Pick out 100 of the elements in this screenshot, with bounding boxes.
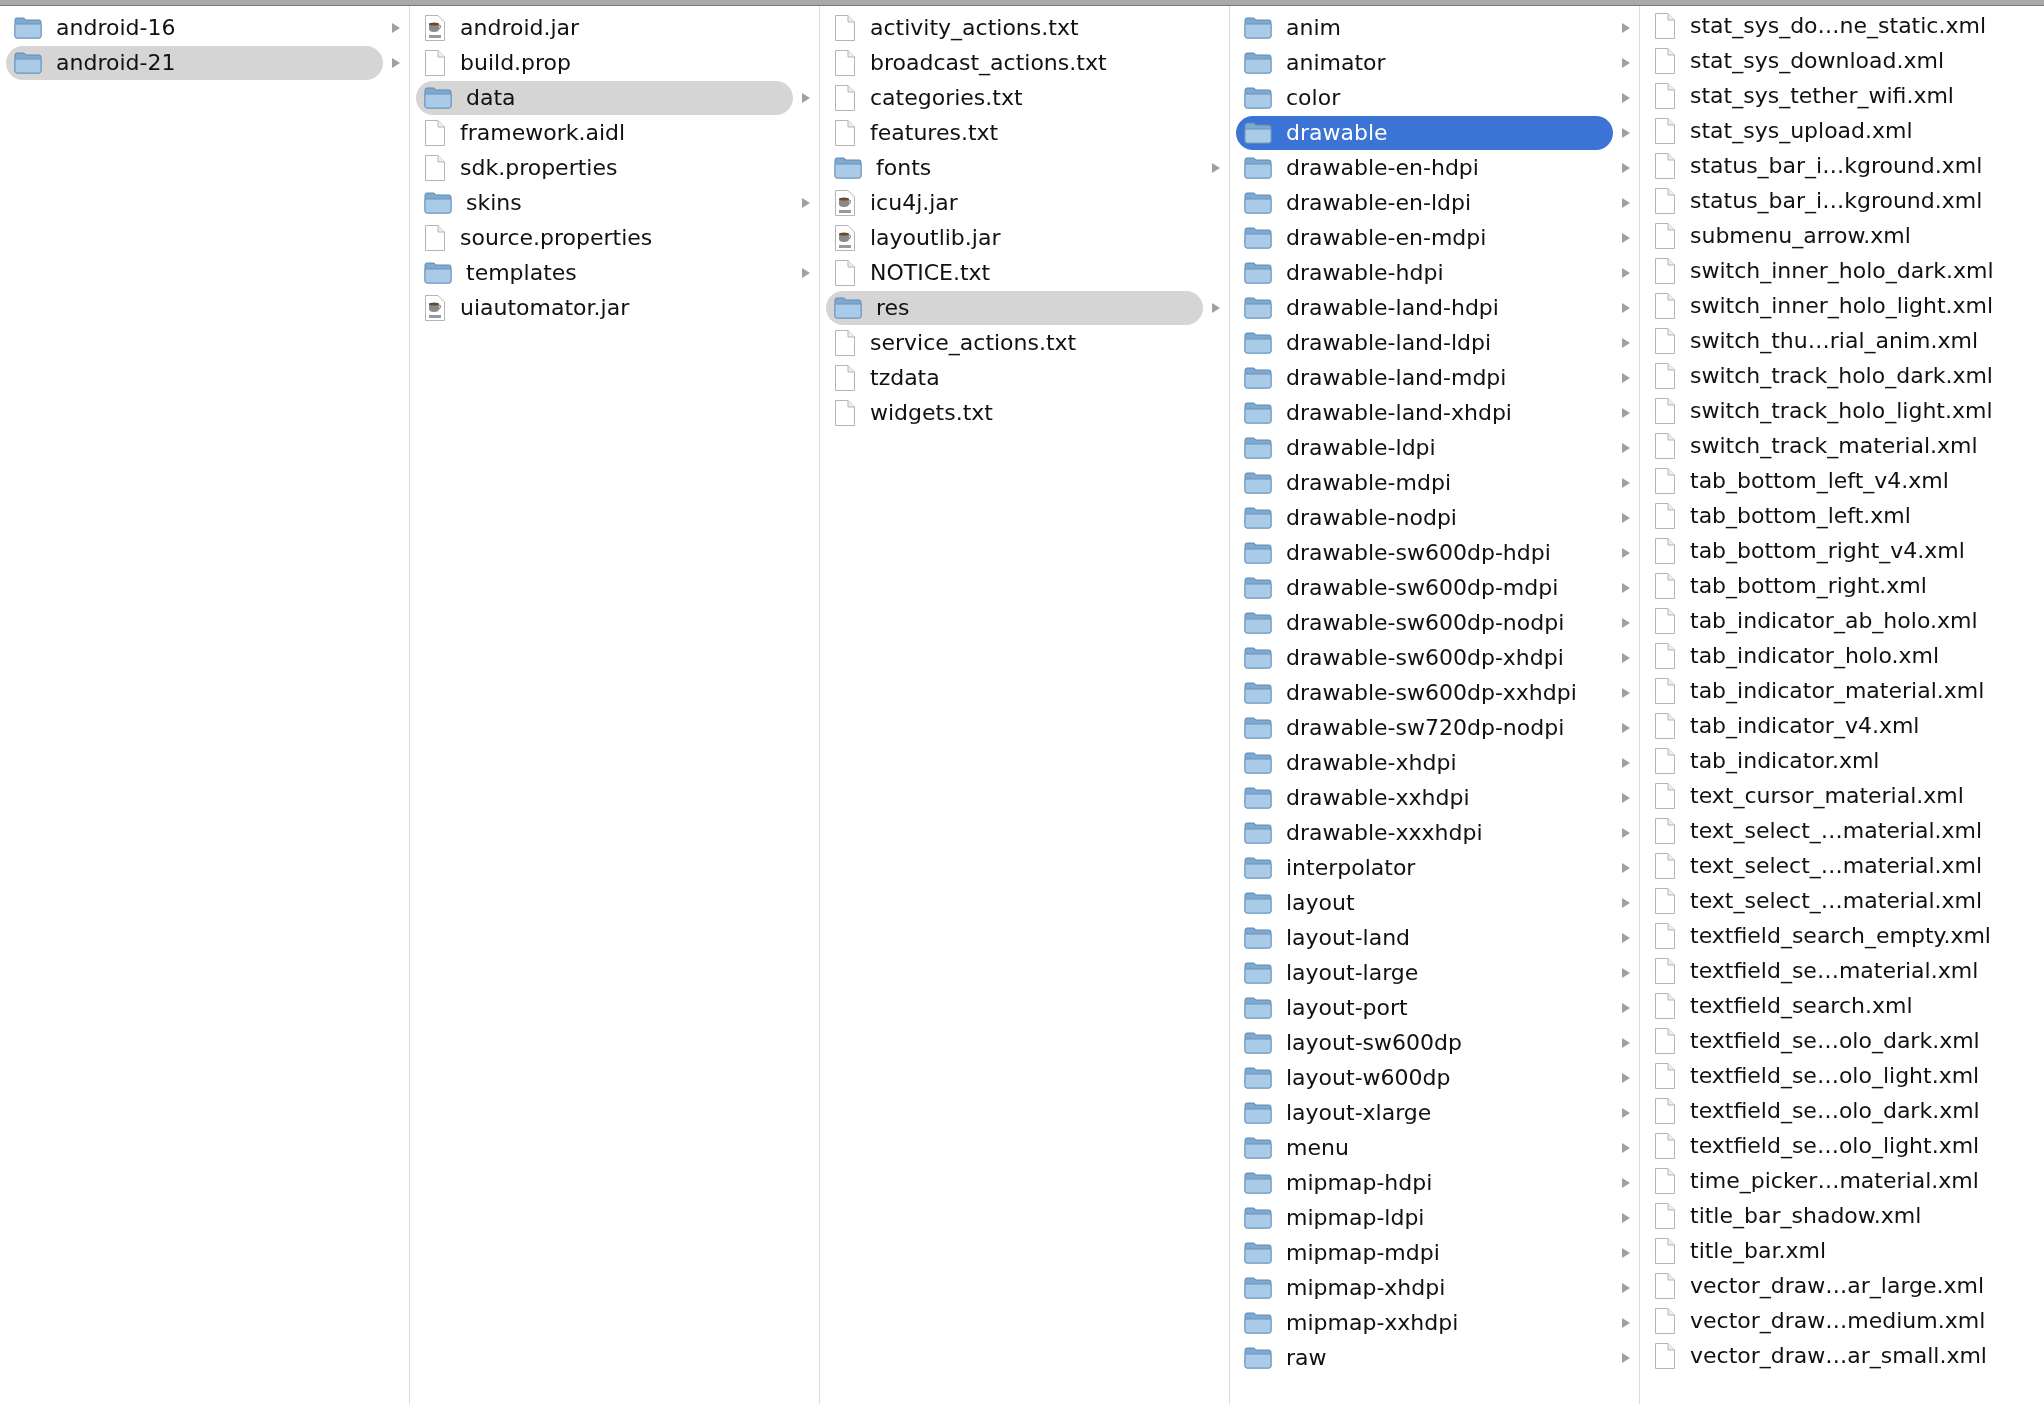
file-item[interactable]: features.txt xyxy=(826,115,1203,150)
disclosure-arrow-icon[interactable] xyxy=(1621,651,1631,664)
folder-item[interactable]: drawable-sw600dp-mdpi xyxy=(1236,570,1613,605)
disclosure-arrow-icon[interactable] xyxy=(1621,1246,1631,1259)
folder-item[interactable]: drawable-land-mdpi xyxy=(1236,360,1613,395)
disclosure-arrow-icon[interactable] xyxy=(1621,721,1631,734)
file-item[interactable]: textfield_se…olo_dark.xml xyxy=(1646,1093,2036,1128)
folder-item[interactable]: layout-port xyxy=(1236,990,1613,1025)
folder-item[interactable]: fonts xyxy=(826,150,1203,185)
disclosure-arrow-icon[interactable] xyxy=(1211,301,1221,314)
disclosure-arrow-icon[interactable] xyxy=(391,21,401,34)
file-item[interactable]: icu4j.jar xyxy=(826,185,1203,220)
file-item[interactable]: uiautomator.jar xyxy=(416,290,793,325)
file-item[interactable]: textfield_se…olo_light.xml xyxy=(1646,1058,2036,1093)
folder-item[interactable]: mipmap-ldpi xyxy=(1236,1200,1613,1235)
folder-item[interactable]: android-21 xyxy=(6,45,383,80)
folder-item[interactable]: res xyxy=(826,290,1203,325)
folder-item[interactable]: interpolator xyxy=(1236,850,1613,885)
folder-item[interactable]: drawable-land-ldpi xyxy=(1236,325,1613,360)
disclosure-arrow-icon[interactable] xyxy=(1621,301,1631,314)
disclosure-arrow-icon[interactable] xyxy=(1621,931,1631,944)
disclosure-arrow-icon[interactable] xyxy=(1621,21,1631,34)
folder-item[interactable]: drawable-xhdpi xyxy=(1236,745,1613,780)
file-item[interactable]: stat_sys_upload.xml xyxy=(1646,113,2036,148)
disclosure-arrow-icon[interactable] xyxy=(1621,791,1631,804)
disclosure-arrow-icon[interactable] xyxy=(1621,441,1631,454)
file-item[interactable]: text_cursor_material.xml xyxy=(1646,778,2036,813)
disclosure-arrow-icon[interactable] xyxy=(1621,1176,1631,1189)
file-item[interactable]: textfield_se…olo_dark.xml xyxy=(1646,1023,2036,1058)
folder-item[interactable]: layout-land xyxy=(1236,920,1613,955)
disclosure-arrow-icon[interactable] xyxy=(1621,336,1631,349)
file-item[interactable]: categories.txt xyxy=(826,80,1203,115)
folder-item[interactable]: data xyxy=(416,80,793,115)
folder-item[interactable]: templates xyxy=(416,255,793,290)
file-item[interactable]: stat_sys_download.xml xyxy=(1646,43,2036,78)
folder-item[interactable]: drawable-sw600dp-xhdpi xyxy=(1236,640,1613,675)
file-item[interactable]: service_actions.txt xyxy=(826,325,1203,360)
folder-item[interactable]: drawable xyxy=(1236,115,1613,150)
file-item[interactable]: status_bar_i…kground.xml xyxy=(1646,148,2036,183)
file-item[interactable]: tab_indicator.xml xyxy=(1646,743,2036,778)
file-item[interactable]: switch_inner_holo_light.xml xyxy=(1646,288,2036,323)
folder-item[interactable]: animator xyxy=(1236,45,1613,80)
file-item[interactable]: stat_sys_do…ne_static.xml xyxy=(1646,8,2036,43)
file-item[interactable]: submenu_arrow.xml xyxy=(1646,218,2036,253)
file-item[interactable]: switch_thu…rial_anim.xml xyxy=(1646,323,2036,358)
folder-item[interactable]: drawable-land-hdpi xyxy=(1236,290,1613,325)
file-item[interactable]: tab_indicator_v4.xml xyxy=(1646,708,2036,743)
disclosure-arrow-icon[interactable] xyxy=(1621,1316,1631,1329)
folder-item[interactable]: drawable-sw600dp-xxhdpi xyxy=(1236,675,1613,710)
file-item[interactable]: tab_indicator_material.xml xyxy=(1646,673,2036,708)
disclosure-arrow-icon[interactable] xyxy=(1621,546,1631,559)
folder-item[interactable]: drawable-hdpi xyxy=(1236,255,1613,290)
disclosure-arrow-icon[interactable] xyxy=(1621,861,1631,874)
file-item[interactable]: text_select_…material.xml xyxy=(1646,883,2036,918)
folder-item[interactable]: raw xyxy=(1236,1340,1613,1375)
file-item[interactable]: textfield_search.xml xyxy=(1646,988,2036,1023)
folder-item[interactable]: android-16 xyxy=(6,10,383,45)
file-item[interactable]: title_bar.xml xyxy=(1646,1233,2036,1268)
folder-item[interactable]: mipmap-mdpi xyxy=(1236,1235,1613,1270)
disclosure-arrow-icon[interactable] xyxy=(1621,826,1631,839)
folder-item[interactable]: drawable-sw720dp-nodpi xyxy=(1236,710,1613,745)
folder-item[interactable]: drawable-en-ldpi xyxy=(1236,185,1613,220)
disclosure-arrow-icon[interactable] xyxy=(1621,1141,1631,1154)
disclosure-arrow-icon[interactable] xyxy=(1621,231,1631,244)
file-item[interactable]: tzdata xyxy=(826,360,1203,395)
disclosure-arrow-icon[interactable] xyxy=(1621,966,1631,979)
folder-item[interactable]: drawable-en-hdpi xyxy=(1236,150,1613,185)
disclosure-arrow-icon[interactable] xyxy=(1621,196,1631,209)
file-item[interactable]: broadcast_actions.txt xyxy=(826,45,1203,80)
file-item[interactable]: stat_sys_tether_wifi.xml xyxy=(1646,78,2036,113)
folder-item[interactable]: mipmap-xxhdpi xyxy=(1236,1305,1613,1340)
disclosure-arrow-icon[interactable] xyxy=(1621,1281,1631,1294)
file-item[interactable]: textfield_se…olo_light.xml xyxy=(1646,1128,2036,1163)
file-item[interactable]: framework.aidl xyxy=(416,115,793,150)
disclosure-arrow-icon[interactable] xyxy=(1621,371,1631,384)
disclosure-arrow-icon[interactable] xyxy=(801,196,811,209)
disclosure-arrow-icon[interactable] xyxy=(1621,1351,1631,1364)
folder-item[interactable]: drawable-en-mdpi xyxy=(1236,220,1613,255)
file-item[interactable]: sdk.properties xyxy=(416,150,793,185)
disclosure-arrow-icon[interactable] xyxy=(801,91,811,104)
folder-item[interactable]: mipmap-xhdpi xyxy=(1236,1270,1613,1305)
file-item[interactable]: vector_draw…medium.xml xyxy=(1646,1303,2036,1338)
folder-item[interactable]: color xyxy=(1236,80,1613,115)
file-item[interactable]: text_select_…material.xml xyxy=(1646,848,2036,883)
disclosure-arrow-icon[interactable] xyxy=(1621,476,1631,489)
disclosure-arrow-icon[interactable] xyxy=(1621,511,1631,524)
folder-item[interactable]: skins xyxy=(416,185,793,220)
folder-item[interactable]: layout-sw600dp xyxy=(1236,1025,1613,1060)
file-item[interactable]: layoutlib.jar xyxy=(826,220,1203,255)
disclosure-arrow-icon[interactable] xyxy=(1621,91,1631,104)
file-item[interactable]: NOTICE.txt xyxy=(826,255,1203,290)
disclosure-arrow-icon[interactable] xyxy=(1621,686,1631,699)
file-item[interactable]: tab_indicator_holo.xml xyxy=(1646,638,2036,673)
folder-item[interactable]: layout-w600dp xyxy=(1236,1060,1613,1095)
file-item[interactable]: switch_inner_holo_dark.xml xyxy=(1646,253,2036,288)
file-item[interactable]: time_picker…material.xml xyxy=(1646,1163,2036,1198)
disclosure-arrow-icon[interactable] xyxy=(1621,126,1631,139)
disclosure-arrow-icon[interactable] xyxy=(1621,1071,1631,1084)
file-item[interactable]: vector_draw…ar_large.xml xyxy=(1646,1268,2036,1303)
disclosure-arrow-icon[interactable] xyxy=(1621,161,1631,174)
